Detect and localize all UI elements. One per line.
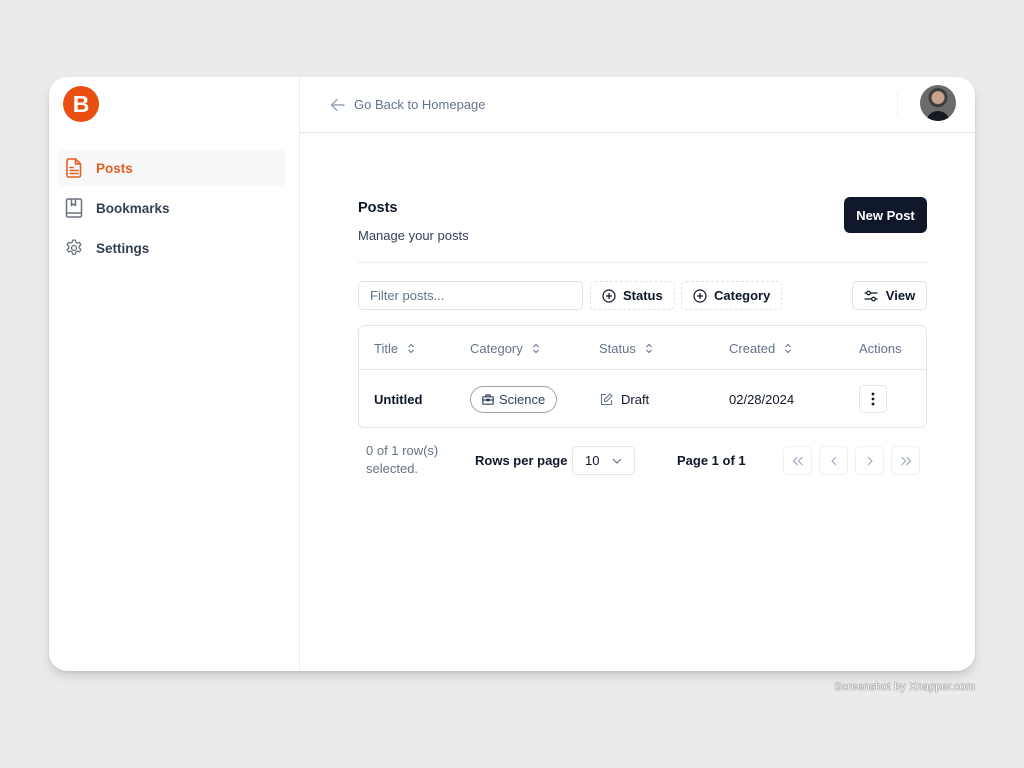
page-subtitle: Manage your posts (358, 228, 469, 243)
column-label: Created (729, 340, 776, 356)
previous-page-button[interactable] (819, 446, 848, 475)
sliders-icon (864, 290, 878, 302)
main-panel: Go Back to Homepage Posts Manage your po… (300, 77, 975, 671)
page-title: Posts (358, 200, 398, 216)
column-label: Status (599, 340, 636, 356)
cell-created: 02/28/2024 (729, 391, 795, 407)
watermark: Screenshot by Xnapper.com (834, 681, 975, 693)
next-page-button[interactable] (855, 446, 884, 475)
chevrons-right-icon (900, 456, 912, 466)
sidebar-item-posts[interactable]: Posts (57, 150, 286, 186)
rows-per-page-select[interactable]: 10 (572, 446, 635, 475)
column-header-actions: Actions (859, 326, 902, 370)
brand-logo[interactable]: B (63, 86, 99, 122)
posts-content: Posts Manage your posts New Post Status … (358, 197, 927, 492)
table-header: Title Category Status Created Actions (359, 326, 926, 370)
rows-per-page-value: 10 (585, 453, 600, 468)
file-text-icon (64, 158, 84, 178)
back-to-homepage-link[interactable]: Go Back to Homepage (330, 97, 486, 112)
category-badge[interactable]: Science (470, 385, 558, 413)
cell-title: Untitled (374, 391, 423, 407)
status-filter-label: Status (623, 288, 663, 303)
sidebar-item-label: Posts (96, 160, 133, 176)
edit-icon (600, 392, 613, 406)
column-header-title[interactable]: Title (374, 326, 415, 370)
last-page-button[interactable] (891, 446, 920, 475)
column-header-status[interactable]: Status (599, 326, 653, 370)
column-label: Category (470, 340, 523, 356)
view-options-label: View (885, 288, 916, 303)
cell-category: Science (470, 370, 558, 428)
category-badge-label: Science (499, 391, 546, 407)
column-header-category[interactable]: Category (470, 326, 540, 370)
view-options-button[interactable]: View (852, 281, 927, 310)
column-label: Actions (859, 340, 902, 356)
arrow-left-icon (330, 98, 345, 112)
pagination-bar: 0 of 1 row(s) selected. Rows per page 10… (358, 442, 927, 492)
top-bar: Go Back to Homepage (300, 77, 975, 133)
logo-letter: B (72, 90, 90, 117)
chevron-left-icon (830, 456, 837, 466)
column-header-created[interactable]: Created (729, 326, 792, 370)
rows-per-page-label: Rows per page (475, 453, 568, 468)
table-row[interactable]: Untitled Science Draft 02/28/2024 (359, 370, 926, 428)
avatar-figure (926, 111, 950, 121)
sidebar-item-label: Settings (96, 240, 150, 256)
sidebar-nav: Posts Bookmarks Settings (57, 150, 286, 270)
sidebar-item-label: Bookmarks (96, 200, 170, 216)
page-header: Posts Manage your posts New Post (358, 197, 927, 263)
briefcase-icon (482, 393, 494, 405)
status-label: Draft (621, 391, 650, 407)
row-actions-button[interactable] (859, 385, 887, 413)
selected-rows-count: 0 of 1 row(s) selected. (366, 443, 439, 476)
sidebar: B Posts Bookmarks Settings (49, 77, 300, 671)
book-icon (64, 198, 84, 218)
chevron-down-icon (612, 458, 622, 464)
posts-table: Title Category Status Created Actions Un… (358, 325, 927, 428)
sidebar-item-bookmarks[interactable]: Bookmarks (57, 190, 286, 226)
more-vertical-icon (871, 392, 875, 406)
chevron-right-icon (867, 456, 873, 466)
sort-icon (532, 343, 540, 354)
app-window: B Posts Bookmarks Settings Go Back to Ho… (49, 77, 975, 671)
user-avatar[interactable] (920, 85, 956, 121)
column-label: Title (374, 340, 399, 356)
chevrons-left-icon (792, 456, 804, 466)
category-filter-label: Category (714, 288, 771, 303)
first-page-button[interactable] (783, 446, 812, 475)
sort-icon (645, 343, 653, 354)
filter-posts-input[interactable] (358, 281, 583, 310)
page-indicator: Page 1 of 1 (677, 453, 746, 468)
table-toolbar: Status Category View (358, 281, 927, 311)
cell-actions (859, 370, 887, 428)
plus-circle-icon (602, 288, 616, 303)
gear-icon (64, 238, 84, 258)
category-filter-button[interactable]: Category (681, 281, 783, 310)
sort-icon (784, 343, 792, 354)
plus-circle-icon (693, 288, 707, 303)
cell-status: Draft (600, 370, 649, 428)
new-post-button[interactable]: New Post (844, 197, 927, 233)
topbar-divider (897, 91, 898, 115)
sort-icon (407, 343, 415, 354)
sidebar-item-settings[interactable]: Settings (57, 230, 286, 266)
status-filter-button[interactable]: Status (590, 281, 675, 310)
back-link-label: Go Back to Homepage (354, 97, 486, 112)
